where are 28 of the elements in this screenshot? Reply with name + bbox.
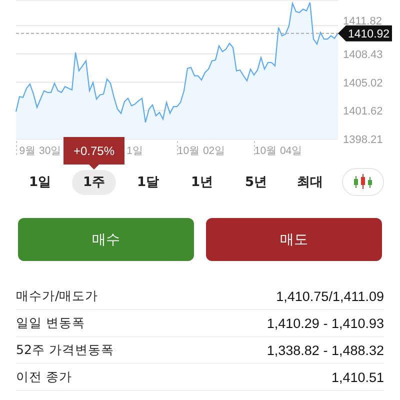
stat-value: 1,410.75/1,411.09 bbox=[276, 288, 384, 304]
axis-label: 1398.21 bbox=[343, 134, 383, 146]
axis-label: 1405.02 bbox=[343, 77, 383, 90]
axis-label: 10월 04일 bbox=[254, 145, 303, 157]
price-tag: 1410.92 bbox=[338, 25, 392, 42]
trade-button[interactable]: 매수 bbox=[18, 218, 194, 261]
stat-value: 1,410.29 - 1,410.93 bbox=[266, 316, 384, 330]
stat-label: 이전 종가 bbox=[16, 368, 72, 386]
candlestick-icon bbox=[353, 174, 373, 190]
stat-value: 1,338.82 - 1,488.32 bbox=[266, 342, 384, 358]
axis-label: 1411.82 bbox=[343, 16, 382, 28]
period-tab[interactable]: 최대 bbox=[288, 170, 332, 194]
change-tooltip: +0.75% bbox=[63, 136, 125, 170]
period-tab[interactable]: 1일 bbox=[18, 170, 62, 194]
stat-label: 일일 변동폭 bbox=[16, 314, 85, 332]
axis-label: 1408.43 bbox=[343, 48, 383, 61]
stat-label: 52주 가격변동폭 bbox=[16, 342, 114, 358]
stat-value: 1,410.51 bbox=[331, 370, 384, 384]
stat-label: 매수가/매도가 bbox=[16, 288, 98, 304]
chart-type-button[interactable] bbox=[342, 168, 384, 196]
period-tab[interactable]: 5년 bbox=[234, 170, 278, 194]
axis-label: 1일 bbox=[126, 145, 144, 157]
period-tab[interactable]: 1년 bbox=[180, 170, 224, 194]
axis-label: 10월 02일 bbox=[177, 145, 226, 157]
period-tab[interactable]: 1달 bbox=[126, 170, 170, 194]
axis-label: 9월 30일 bbox=[19, 145, 62, 157]
axis-label: 1401.62 bbox=[343, 106, 383, 118]
trade-button[interactable]: 매도 bbox=[206, 218, 382, 261]
